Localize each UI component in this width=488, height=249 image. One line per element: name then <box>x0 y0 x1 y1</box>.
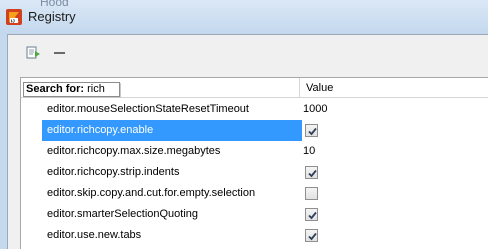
row-key: editor.richcopy.max.size.megabytes <box>47 145 221 157</box>
table-row[interactable]: editor.smarterSelectionQuoting <box>21 204 488 225</box>
row-key: editor.use.new.tabs <box>47 229 142 241</box>
column-header-value[interactable]: Value <box>306 82 333 94</box>
search-label: Search for: <box>26 83 85 95</box>
registry-table[interactable]: Value Search for: rich editor.mouseSelec… <box>20 77 488 249</box>
checkmark-icon <box>308 211 317 220</box>
row-key: editor.richcopy.strip.indents <box>47 166 180 178</box>
table-row[interactable]: editor.richcopy.max.size.megabytes 10 <box>21 141 488 162</box>
background-window-title: Hood <box>40 0 69 9</box>
row-key: editor.richcopy.enable <box>47 124 154 136</box>
row-value[interactable]: 10 <box>303 145 315 157</box>
registry-dialog: Value Search for: rich editor.mouseSelec… <box>7 34 488 249</box>
search-input[interactable]: rich <box>87 83 105 95</box>
checkmark-icon <box>308 169 317 178</box>
edit-value-button[interactable] <box>25 44 43 62</box>
table-body: editor.mouseSelectionStateResetTimeout 1… <box>21 99 488 246</box>
remove-button[interactable] <box>52 44 70 62</box>
value-checkbox[interactable] <box>305 208 318 221</box>
row-key: editor.skip.copy.and.cut.for.empty.selec… <box>47 187 256 199</box>
table-row[interactable]: editor.skip.copy.and.cut.for.empty.selec… <box>21 183 488 204</box>
minus-icon <box>54 52 65 54</box>
intellij-app-icon: IJ <box>6 9 22 25</box>
value-checkbox[interactable] <box>305 166 318 179</box>
edit-value-icon <box>26 46 40 59</box>
checkmark-icon <box>308 232 317 241</box>
row-key: editor.mouseSelectionStateResetTimeout <box>47 103 249 115</box>
toolbar <box>8 35 488 73</box>
svg-text:IJ: IJ <box>11 19 15 24</box>
window-title: Registry <box>28 9 76 24</box>
speed-search-popup[interactable]: Search for: rich <box>23 82 120 97</box>
row-key: editor.smarterSelectionQuoting <box>47 208 199 220</box>
table-row[interactable]: editor.richcopy.strip.indents <box>21 162 488 183</box>
value-checkbox[interactable] <box>305 229 318 242</box>
title-bar[interactable]: Hood IJ Registry <box>0 0 488 34</box>
row-value[interactable]: 1000 <box>303 103 327 115</box>
table-row[interactable]: editor.mouseSelectionStateResetTimeout 1… <box>21 99 488 120</box>
value-checkbox[interactable] <box>305 187 318 200</box>
table-row[interactable]: editor.use.new.tabs <box>21 225 488 246</box>
table-row-selected[interactable]: editor.richcopy.enable <box>21 120 488 141</box>
value-checkbox[interactable] <box>305 124 318 137</box>
checkmark-icon <box>308 127 317 136</box>
